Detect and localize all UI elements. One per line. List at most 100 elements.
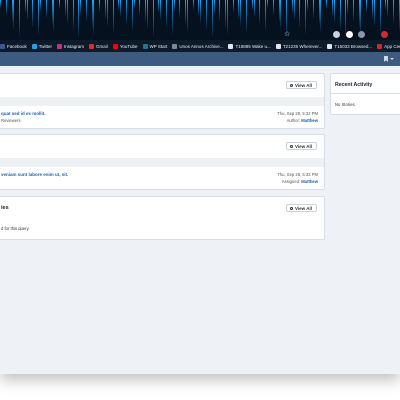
bookmark-label: T18885 Wake u... — [235, 43, 271, 49]
extension-icon-d[interactable] — [381, 31, 388, 38]
author-link[interactable]: Matthew — [301, 118, 318, 123]
bookmark-item[interactable]: T21235 Wherever... — [275, 43, 323, 49]
stories-card-1: View All quat sed id ex mollit. Reviewer… — [0, 73, 325, 129]
theme-rain-line — [19, 0, 21, 36]
theme-rain-line — [13, 0, 15, 29]
theme-rain-line — [93, 0, 95, 35]
empty-state-text: d for this query. — [1, 226, 30, 231]
theme-rain-line — [66, 0, 68, 23]
theme-rain-line — [347, 0, 349, 14]
theme-rain-line — [211, 0, 213, 37]
recent-activity-title: Recent Activity — [335, 82, 373, 88]
bookmark-favicon-icon — [142, 43, 148, 49]
bookmark-item[interactable]: T18885 Wake u... — [228, 43, 271, 49]
story-assigned: Assigned: Matthew — [282, 179, 318, 184]
view-all-button[interactable]: View All — [285, 204, 317, 212]
browser-theme-header: ☆ — [0, 0, 400, 40]
theme-rain-line — [226, 0, 228, 35]
bookmark-label: Facebook — [7, 43, 27, 49]
theme-rain-line — [320, 0, 322, 32]
bookmark-label: T15033 Browsed... — [334, 43, 373, 49]
theme-rain-line — [339, 0, 341, 30]
theme-rain-line — [379, 0, 381, 33]
theme-rain-line — [278, 0, 280, 22]
theme-rain-line — [192, 0, 194, 9]
view-all-label: View All — [294, 82, 312, 88]
theme-rain-line — [246, 0, 248, 33]
theme-rain-line — [213, 0, 215, 14]
theme-rain-line — [206, 0, 207, 30]
theme-rain-line — [238, 0, 240, 19]
extension-icon-c[interactable] — [358, 31, 365, 38]
theme-rain-line — [99, 0, 101, 12]
theme-rain-line — [133, 0, 135, 8]
theme-rain-line — [145, 0, 146, 22]
theme-rain-line — [160, 0, 162, 20]
bookmark-item[interactable]: Instagram — [57, 43, 85, 49]
view-all-label: View All — [294, 143, 312, 149]
star-icon[interactable]: ☆ — [284, 31, 290, 38]
theme-rain-line — [326, 0, 328, 9]
theme-rain-line — [200, 0, 202, 23]
theme-rain-line — [112, 0, 114, 33]
theme-rain-line — [251, 0, 253, 10]
theme-rain-line — [106, 0, 108, 26]
bookmark-favicon-icon — [57, 43, 63, 49]
bookmark-item[interactable]: T15033 Browsed... — [327, 43, 373, 49]
story-author: Author: Matthew — [287, 118, 318, 123]
chevron-down-icon[interactable] — [390, 58, 394, 60]
bookmark-item[interactable]: YouTube — [112, 43, 138, 49]
theme-rain-line — [146, 0, 148, 29]
bookmark-item[interactable]: WP Start — [142, 43, 167, 49]
bookmark-item[interactable]: Unos Annos Archive... — [172, 43, 223, 49]
stories-card-3: ies View All d for this query. — [0, 196, 325, 240]
view-all-label: View All — [294, 205, 312, 211]
bookmark-item[interactable]: Gmail — [89, 43, 108, 49]
extension-icon-a[interactable] — [333, 31, 340, 38]
theme-rain-line — [104, 0, 106, 19]
theme-rain-line — [371, 0, 373, 19]
theme-rain-line — [253, 0, 255, 17]
theme-rain-line — [293, 0, 295, 20]
theme-rain-line — [299, 0, 301, 27]
theme-rain-line — [0, 0, 1, 8]
bookmark-label: YouTube — [119, 43, 138, 49]
theme-rain-line — [280, 0, 282, 29]
card-header-band — [0, 97, 324, 106]
theme-rain-line — [186, 0, 188, 32]
theme-rain-line — [53, 0, 55, 32]
theme-rain-line — [64, 0, 66, 16]
theme-rain-line — [331, 0, 333, 16]
story-title-link[interactable]: veniam sunt labore enim ut, sit. — [1, 172, 68, 177]
story-title-link[interactable]: quat sed id ex mollit. — [1, 111, 46, 116]
theme-rain-line — [305, 0, 307, 34]
app-navbar — [0, 52, 400, 66]
bookmark-label: T21235 Wherever... — [282, 43, 323, 49]
theme-rain-line — [259, 0, 261, 24]
bookmark-item[interactable]: Facebook — [0, 43, 27, 49]
theme-rain-line — [272, 0, 274, 15]
extension-icon-b[interactable] — [346, 31, 353, 38]
theme-rain-line — [307, 0, 309, 11]
bookmark-icon[interactable] — [384, 56, 388, 62]
bookmark-label: Instagram — [64, 43, 85, 49]
no-stories-text: No Stories. — [335, 102, 356, 107]
bookmarks-bar: Facebook Twitter Instagram Gmail YouTube WP S… — [0, 40, 400, 52]
bookmark-favicon-icon — [275, 43, 281, 49]
theme-rain-line — [219, 0, 221, 21]
theme-rain-line — [398, 0, 400, 31]
theme-rain-line — [352, 0, 354, 21]
theme-rain-line — [267, 0, 268, 8]
theme-rain-line — [360, 0, 362, 35]
theme-rain-line — [120, 0, 122, 17]
theme-rain-line — [118, 0, 120, 10]
theme-rain-line — [85, 0, 87, 21]
theme-rain-line — [179, 0, 181, 18]
view-all-button[interactable]: View All — [285, 81, 317, 89]
assigned-link[interactable]: Matthew — [301, 179, 318, 184]
bookmark-item[interactable]: Twitter — [31, 43, 52, 49]
bookmark-item[interactable]: App Center — [377, 43, 400, 49]
story-subtitle: Reviewers — [1, 118, 21, 123]
view-all-button[interactable]: View All — [285, 142, 317, 150]
theme-rain-line — [240, 0, 242, 26]
